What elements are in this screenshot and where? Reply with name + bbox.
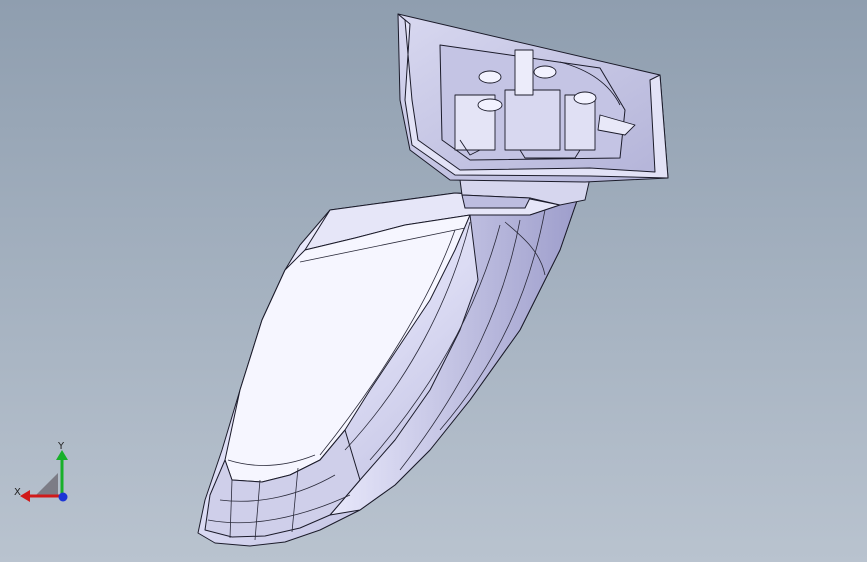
cad-model[interactable] [0,0,867,562]
y-axis-label: Y [57,441,65,452]
x-axis-arrowhead [20,490,30,502]
triad-plane [36,473,58,495]
housing-body[interactable] [197,191,581,547]
mounting-flange[interactable] [397,13,669,183]
graphics-viewport[interactable]: Y X [0,0,867,562]
x-axis-label: X [14,487,21,498]
z-axis-dot [58,492,68,502]
axis-triad[interactable]: Y X [10,440,80,510]
